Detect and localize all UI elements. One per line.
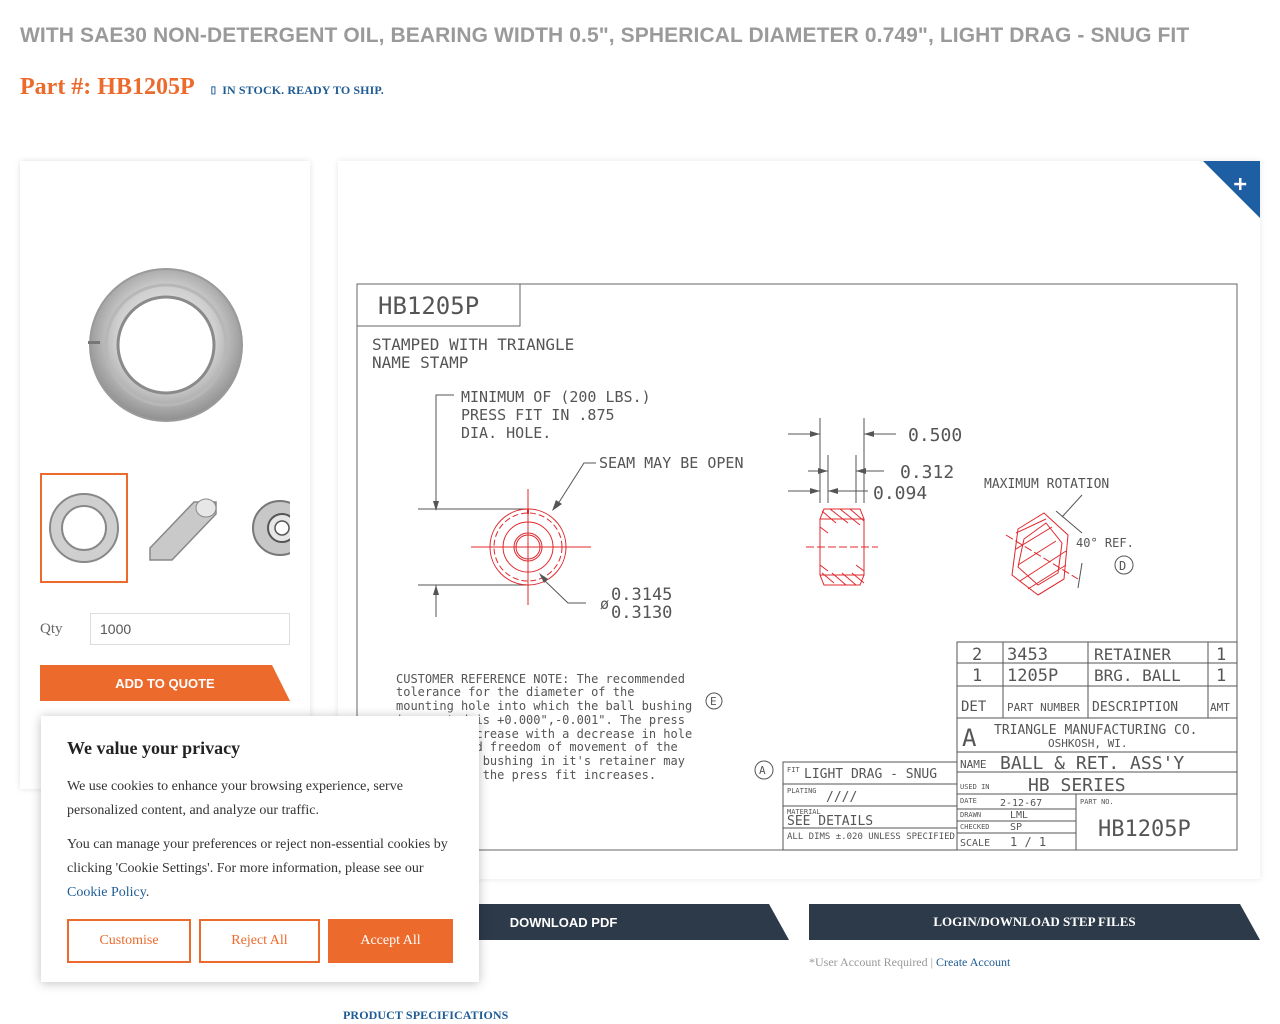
drawing-title: HB1205P xyxy=(378,292,479,320)
used-in-value: HB SERIES xyxy=(1028,775,1126,796)
bom-row1-desc: RETAINER xyxy=(1094,645,1171,664)
checked-label: CHECKED xyxy=(960,823,990,831)
tolerance-note: ALL DIMS ±.020 UNLESS SPECIFIED xyxy=(787,832,955,842)
check-icon: ▯ xyxy=(210,84,217,96)
qty-label: Qty xyxy=(40,620,63,637)
triangle-logo: A xyxy=(962,724,977,752)
used-in-label: USED IN xyxy=(960,783,990,791)
product-specifications-tab[interactable]: PRODUCT SPECIFICATIONS xyxy=(343,1008,508,1023)
drawn-label: DRAWN xyxy=(960,811,981,819)
dim-inner: 0.312 xyxy=(900,462,954,483)
bom-header-part: PART NUMBER xyxy=(1007,701,1080,714)
bore-symbol: ø xyxy=(600,595,609,613)
bore-lower: 0.3130 xyxy=(611,603,672,623)
angle-line-1 xyxy=(1055,510,1083,534)
bom-row1-part: 3453 xyxy=(1007,645,1048,665)
part-number: Part #: HB1205P xyxy=(20,73,195,100)
bom-row1-amt: 1 xyxy=(1216,645,1226,665)
bore-upper: 0.3145 xyxy=(611,585,672,605)
cookie-policy-link[interactable]: Cookie Policy xyxy=(67,885,146,900)
angle-line-2 xyxy=(1061,494,1083,518)
stamp-note-2: NAME STAMP xyxy=(372,353,468,372)
bom-header-desc: DESCRIPTION xyxy=(1092,700,1178,715)
expand-image-button[interactable] xyxy=(1203,161,1260,218)
account-note-text: *User Account Required | xyxy=(809,955,937,969)
create-account-link[interactable]: Create Account xyxy=(936,955,1010,969)
checked-value: SP xyxy=(1010,822,1022,833)
cookie-title: We value your privacy xyxy=(67,738,241,758)
bom-header-amt: AMT xyxy=(1210,701,1230,714)
accept-all-button[interactable]: Accept All xyxy=(328,919,453,963)
bore-leader xyxy=(541,577,586,604)
scale-label: SCALE xyxy=(960,838,990,849)
part-no-value: HB1205P xyxy=(1098,817,1191,842)
cookie-consent-dialog: We value your privacy We use cookies to … xyxy=(41,716,479,982)
material-value: SEE DETAILS xyxy=(787,814,873,829)
bearing-angle-thumb-icon xyxy=(252,500,290,556)
cookie-text-2: You can manage your preferences or rejec… xyxy=(67,837,448,900)
stock-status: ▯ IN STOCK. READY TO SHIP. xyxy=(211,83,384,98)
seam-note: SEAM MAY BE OPEN xyxy=(599,454,744,472)
bearing-front-view xyxy=(471,489,591,605)
press-fit-leader xyxy=(435,394,454,508)
product-gallery-panel: Qty ADD TO QUOTE xyxy=(20,161,310,789)
thumbnail-1[interactable] xyxy=(40,473,128,583)
bearing-side-view xyxy=(806,508,878,586)
dim-width: 0.500 xyxy=(908,425,962,446)
bearing-side-thumb-icon xyxy=(149,498,217,561)
scale-value: 1 / 1 xyxy=(1010,835,1046,849)
thumbnail-strip xyxy=(40,473,290,583)
bom-row2-desc: BRG. BALL xyxy=(1094,666,1181,685)
stamp-note-1: STAMPED WITH TRIANGLE xyxy=(372,335,574,354)
add-to-quote-button[interactable]: ADD TO QUOTE xyxy=(40,665,290,701)
bom-row1-det: 2 xyxy=(972,645,982,665)
name-value: BALL & RET. ASS'Y xyxy=(1000,753,1184,774)
customise-button[interactable]: Customise xyxy=(67,919,191,963)
drawn-value: LML xyxy=(1010,810,1028,821)
plus-icon xyxy=(1203,161,1260,218)
callout-e: E xyxy=(710,695,717,708)
date-label: DATE xyxy=(960,797,977,805)
product-subtitle: WITH SAE30 NON-DETERGENT OIL, BEARING WI… xyxy=(20,24,1190,47)
callout-a: A xyxy=(759,764,766,777)
technical-drawing: HB1205P STAMPED WITH TRIANGLE NAME STAMP… xyxy=(356,283,1238,851)
max-rotation-label: MAXIMUM ROTATION xyxy=(984,477,1109,492)
date-value: 2-12-67 xyxy=(1000,798,1042,809)
part-no-label: PART NO. xyxy=(1080,798,1114,806)
thumbnail-2[interactable] xyxy=(138,473,226,583)
press-fit-note-1: MINIMUM OF (200 LBS.) xyxy=(461,388,651,406)
angle-label: 40° REF. xyxy=(1076,536,1134,550)
press-fit-note-2: PRESS FIT IN .875 xyxy=(461,406,615,424)
plating-label: PLATING xyxy=(787,787,817,795)
thumbnail-3[interactable] xyxy=(236,473,290,583)
company-city: OSHKOSH, WI. xyxy=(1048,737,1127,750)
reject-all-button[interactable]: Reject All xyxy=(199,919,320,963)
qty-input[interactable] xyxy=(90,613,290,645)
cookie-text-2-body: You can manage your preferences or rejec… xyxy=(67,837,448,876)
qty-row: Qty xyxy=(40,613,290,645)
main-product-image[interactable] xyxy=(88,267,244,423)
company-name: TRIANGLE MANUFACTURING CO. xyxy=(994,723,1198,738)
stock-status-text: IN STOCK. READY TO SHIP. xyxy=(222,82,384,97)
press-fit-note-3: DIA. HOLE. xyxy=(461,424,551,442)
bom-header-det: DET xyxy=(961,699,987,715)
cookie-text-1: We use cookies to enhance your browsing … xyxy=(67,779,403,818)
name-label: NAME xyxy=(960,758,987,771)
part-number-line: Part #: HB1205P ▯ IN STOCK. READY TO SHI… xyxy=(20,70,384,104)
account-note: *User Account Required | Create Account xyxy=(809,955,1010,970)
bom-row2-part: 1205P xyxy=(1007,666,1058,686)
fit-value: LIGHT DRAG - SNUG xyxy=(804,767,937,782)
bom-row2-amt: 1 xyxy=(1216,666,1226,686)
download-step-button[interactable]: LOGIN/DOWNLOAD STEP FILES xyxy=(809,904,1260,940)
dim-offset: 0.094 xyxy=(873,483,927,504)
callout-d: D xyxy=(1119,559,1126,573)
bearing-rotated-view xyxy=(1005,512,1079,596)
plating-value: //// xyxy=(826,790,857,805)
bom-row2-det: 1 xyxy=(972,666,982,686)
bearing-front-thumb-icon xyxy=(49,493,119,563)
seam-leader xyxy=(555,462,596,508)
fit-label: FIT xyxy=(787,766,800,774)
